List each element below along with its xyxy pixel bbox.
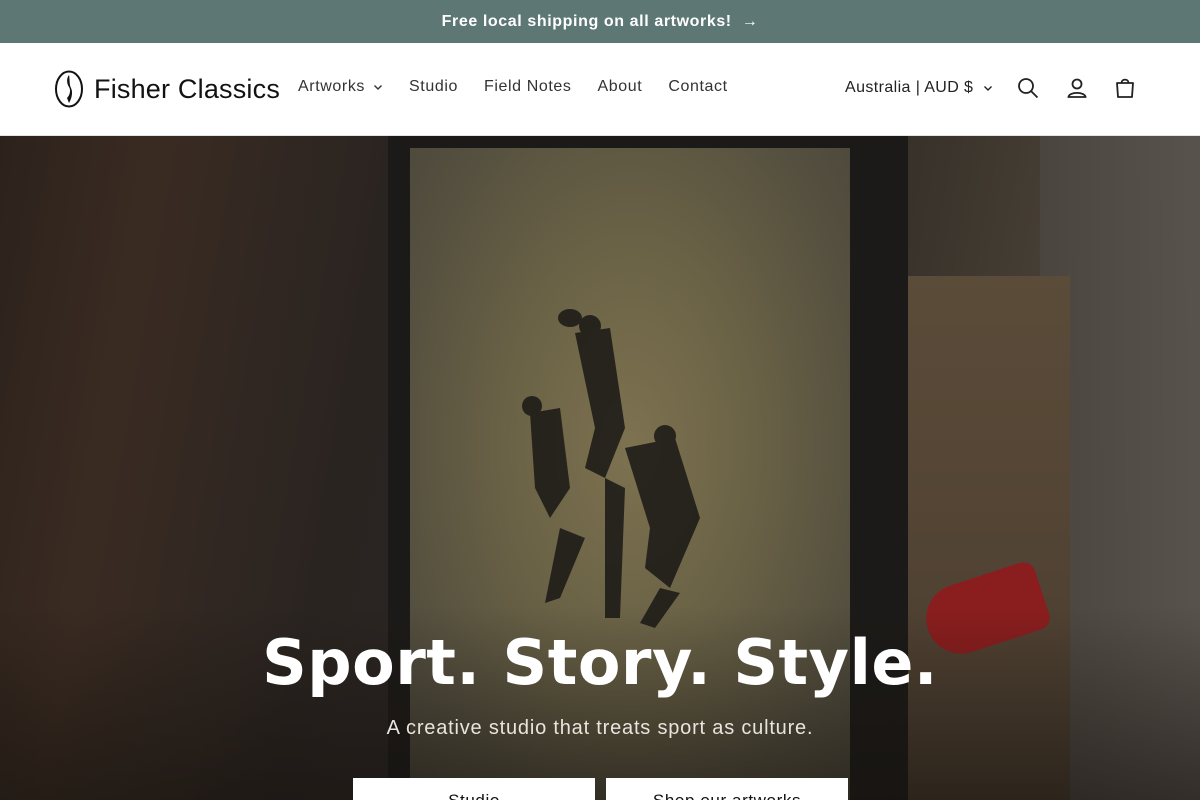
hero-banner: Sport. Story. Style. A creative studio t… xyxy=(0,136,1200,800)
nav-item-about[interactable]: About xyxy=(598,78,643,96)
nav-item-label: About xyxy=(597,78,643,95)
logo[interactable]: Fisher Classics xyxy=(54,70,280,108)
logo-icon xyxy=(55,70,83,108)
main-nav: Artworks Studio Field Notes About Contac… xyxy=(298,78,728,96)
nav-item-artworks[interactable]: Artworks xyxy=(298,78,383,96)
country-currency-selector[interactable]: Australia | AUD $ xyxy=(845,79,993,97)
announcement-bar[interactable]: Free local shipping on all artworks! → xyxy=(0,0,1200,43)
cart-icon[interactable] xyxy=(1113,76,1137,100)
announcement-text[interactable]: Free local shipping on all artworks! xyxy=(442,13,732,31)
search-icon[interactable] xyxy=(1016,76,1040,100)
account-icon[interactable] xyxy=(1065,76,1089,100)
chevron-down-icon xyxy=(984,86,993,91)
nav-item-contact[interactable]: Contact xyxy=(668,78,727,96)
hero-subtitle: A creative studio that treats sport as c… xyxy=(386,717,814,739)
site-header: Fisher Classics Artworks Studio Field No… xyxy=(0,43,1200,136)
nav-item-label: Artworks xyxy=(298,78,366,95)
nav-item-label: Studio xyxy=(409,78,458,95)
nav-item-label: Contact xyxy=(668,78,728,95)
hero-content: Sport. Story. Style. A creative studio t… xyxy=(0,626,1200,740)
nav-item-label: Field Notes xyxy=(484,78,572,95)
shop-artworks-button[interactable]: Shop our artworks xyxy=(606,778,848,800)
chevron-down-icon xyxy=(374,85,383,90)
hero-title: Sport. Story. Style. xyxy=(262,626,938,699)
hero-buttons: Studio Shop our artworks xyxy=(353,778,848,800)
nav-item-studio[interactable]: Studio xyxy=(409,78,458,96)
logo-text: Fisher Classics xyxy=(94,73,281,104)
studio-button[interactable]: Studio xyxy=(353,778,595,800)
locale-label: Australia | AUD $ xyxy=(845,79,974,96)
arrow-right-icon: → xyxy=(741,12,759,30)
nav-item-field-notes[interactable]: Field Notes xyxy=(484,78,572,96)
